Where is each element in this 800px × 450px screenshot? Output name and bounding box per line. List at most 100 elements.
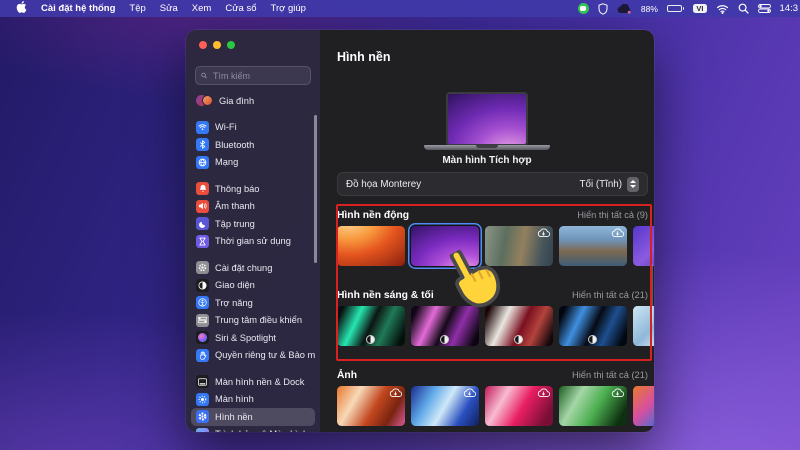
wallpaper-thumbnail-beach[interactable] [485,226,553,266]
sidebar-item-control-center[interactable]: Trung tâm điều khiển [191,312,315,330]
sidebar-item-bluetooth[interactable]: Bluetooth [191,136,315,154]
display-name-label: Màn hình Tích hợp [320,155,654,166]
close-button[interactable] [199,41,207,49]
show-all-pictures-link[interactable]: Hiển thị tất cả (21) [572,370,648,380]
globe-icon [196,156,209,169]
light-dark-wallpaper-row [337,306,654,346]
sidebar-item-general[interactable]: Cài đặt chung [191,259,315,277]
cloud-download-icon [611,228,624,238]
cloud-download-icon [389,388,402,398]
siri-icon [196,331,209,344]
sidebar-item-siri[interactable]: Siri & Spotlight [191,329,315,347]
search-input[interactable] [211,70,305,82]
wallpaper-pane: Hình nền Màn hình Tích hợp Đồ họa Monter… [320,30,654,432]
accessibility-icon [196,296,209,309]
hand-icon [196,349,209,362]
menubar-app-name[interactable]: Cài đặt hệ thống [34,3,122,14]
zoom-button[interactable] [227,41,235,49]
apple-logo-icon [16,1,27,13]
light-dark-badge-icon [366,335,375,344]
display-preview [446,92,528,146]
wallpaper-thumbnail-blue-swirl[interactable] [411,386,479,426]
wallpaper-thumbnail-red[interactable] [485,306,553,346]
input-source-indicator[interactable]: VI [693,4,706,14]
speaker-icon [196,200,209,213]
cloud-download-icon [537,228,550,238]
bell-icon [196,182,209,195]
flower-icon [196,410,209,423]
wallpaper-thumbnail-blue[interactable] [559,306,627,346]
main-scrollbar[interactable] [650,264,653,324]
wallpaper-style-value: Tối (Tĩnh) [580,179,622,190]
menubar-window[interactable]: Cửa sổ [218,3,263,14]
sidebar-item-family[interactable]: Gia đình [191,92,315,110]
light-dark-badge-icon [514,335,523,344]
screensaver-icon [196,428,209,432]
cloud-app-icon[interactable] [617,4,632,14]
search-icon [201,71,207,80]
light-dark-badge-icon [440,335,449,344]
hourglass-icon [196,235,209,248]
show-all-dynamic-link[interactable]: Hiển thị tất cả (9) [577,210,648,220]
toggles-icon [196,314,209,327]
sidebar-item-focus[interactable]: Tập trung [191,215,315,233]
bluetooth-icon [196,138,209,151]
wallpaper-thumbnail-green-swirl[interactable] [559,386,627,426]
sidebar-item-notifications[interactable]: Thông báo [191,180,315,198]
sidebar-item-screensaver[interactable]: Trình bảo vệ Màn hình [191,426,315,433]
style-dropdown[interactable] [627,177,639,192]
wifi-icon[interactable] [716,4,729,14]
section-pictures-header: Ảnh Hiển thị tất cả (21) [337,370,648,381]
sidebar-item-sound[interactable]: Âm thanh [191,198,315,216]
gear-icon [196,261,209,274]
sidebar-item-privacy[interactable]: Quyền riêng tư & Bảo mật [191,347,315,365]
sidebar-item-desktop-dock[interactable]: Màn hình nền & Dock [191,373,315,391]
wallpaper-thumbnail-collage[interactable] [633,386,654,426]
chat-app-icon[interactable] [578,3,589,14]
control-center-icon[interactable] [758,4,771,13]
family-avatars-icon [196,95,213,107]
display-preview-base [424,145,550,150]
dynamic-wallpaper-row [337,226,654,266]
wallpaper-thumbnail-abstract[interactable] [633,226,654,266]
page-title: Hình nền [337,50,390,64]
menubar-file[interactable]: Tệp [122,3,152,14]
minimize-button[interactable] [213,41,221,49]
show-all-light-dark-link[interactable]: Hiển thị tất cả (21) [572,290,648,300]
menubar-edit[interactable]: Sửa [153,3,185,14]
wallpaper-name: Đồ họa Monterey [346,179,421,190]
apple-menu[interactable] [9,1,34,16]
section-dynamic-header: Hình nền động Hiển thị tất cả (9) [337,210,648,221]
sidebar-item-appearance[interactable]: Giao diện [191,277,315,295]
battery-percent: 88% [641,4,658,14]
wallpaper-thumbnail-orange-swirl[interactable] [337,386,405,426]
menubar-view[interactable]: Xem [185,3,219,14]
window-controls [199,41,235,49]
wallpaper-thumbnail-teal[interactable] [337,306,405,346]
moon-icon [196,217,209,230]
cloud-download-icon [537,388,550,398]
cloud-download-icon [611,388,624,398]
light-dark-badge-icon [588,335,597,344]
sidebar-item-network[interactable]: Mạng [191,154,315,172]
sidebar-item-accessibility[interactable]: Trợ năng [191,294,315,312]
wallpaper-thumbnail-ventura[interactable] [337,226,405,266]
sidebar-item-wallpaper[interactable]: Hình nền [191,408,315,426]
pictures-wallpaper-row [337,386,654,426]
wallpaper-thumbnail-catalina[interactable] [559,226,627,266]
spotlight-search-icon[interactable] [738,3,749,14]
battery-icon [667,5,685,13]
dock-icon [196,375,209,388]
menubar-help[interactable]: Trợ giúp [264,3,313,14]
sidebar-item-screen-time[interactable]: Thời gian sử dụng [191,233,315,251]
appearance-icon [196,279,209,292]
shield-icon[interactable] [598,3,608,15]
brightness-icon [196,393,209,406]
menubar-clock[interactable]: 14:3 [780,3,799,14]
sidebar-item-displays[interactable]: Màn hình [191,391,315,409]
sidebar-scrollbar[interactable] [314,115,318,263]
wallpaper-thumbnail-pink-swirl[interactable] [485,386,553,426]
sidebar-item-wifi[interactable]: Wi-Fi [191,119,315,137]
sidebar-search[interactable] [195,66,311,85]
menu-bar: Cài đặt hệ thống Tệp Sửa Xem Cửa sổ Trợ … [0,0,800,17]
